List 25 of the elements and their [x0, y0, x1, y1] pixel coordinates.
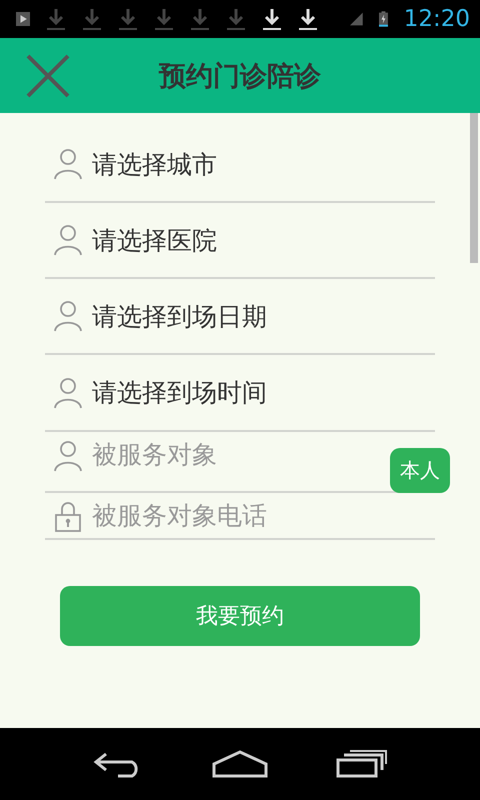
page-title: 预约门诊陪诊: [159, 60, 321, 92]
home-icon[interactable]: [212, 750, 268, 778]
person-icon: [54, 300, 82, 332]
download-icon: [226, 7, 246, 31]
download-icon: [46, 7, 66, 31]
person-icon: [54, 224, 82, 256]
download-icon: [118, 7, 138, 31]
person-icon: [54, 148, 82, 180]
download-icon: [190, 7, 210, 31]
select-field[interactable]: 请选择到场时间: [92, 376, 267, 409]
status-time: 12:20: [404, 6, 470, 32]
select-field[interactable]: 请选择医院: [92, 224, 217, 256]
person-icon: [54, 440, 82, 472]
download-icon: [82, 7, 102, 31]
person-icon: [54, 376, 82, 408]
recent-apps-icon[interactable]: [336, 750, 388, 778]
input-field[interactable]: 被服务对象电话: [92, 501, 392, 530]
download-icon: [262, 7, 282, 31]
download-icon: [298, 7, 318, 31]
input-field[interactable]: 被服务对象: [92, 440, 392, 469]
lock-icon: [54, 500, 82, 532]
select-field[interactable]: 请选择城市: [92, 148, 217, 180]
select-field[interactable]: 请选择到场日期: [92, 300, 267, 332]
download-icon: [154, 7, 174, 31]
close-button[interactable]: [26, 54, 70, 98]
